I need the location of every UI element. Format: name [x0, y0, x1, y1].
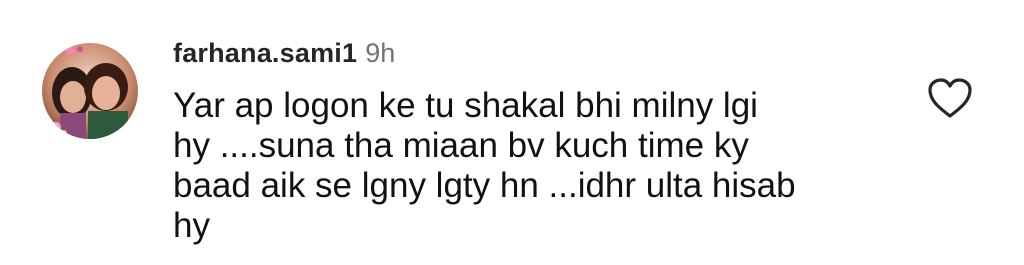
comment-text: Yar ap logon ke tu shakal bhi milny lgi … — [173, 86, 873, 246]
comment-time: 9h — [365, 38, 396, 68]
username-link[interactable]: farhana.sami1 — [173, 38, 357, 69]
comment-meta: farhana.sami1 9h — [173, 38, 395, 70]
comment-item: farhana.sami1 9h Yar ap logon ke tu shak… — [0, 0, 1024, 265]
comment-text-line: hy — [173, 206, 210, 245]
comment-text-line: baad aik se lgny lgty hn ...idhr ulta hi… — [173, 166, 796, 205]
avatar[interactable] — [42, 43, 138, 139]
like-button[interactable] — [926, 76, 974, 120]
comment-text-line: hy ....suna tha miaan bv kuch time ky — [173, 126, 749, 165]
avatar-photo — [42, 43, 138, 139]
comment-text-line: Yar ap logon ke tu shakal bhi milny lgi — [173, 86, 758, 125]
heart-outline-icon — [928, 78, 972, 118]
